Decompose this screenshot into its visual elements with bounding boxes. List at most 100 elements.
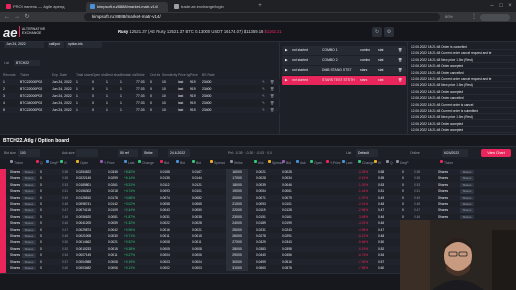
call-trade-button[interactable]: Shares bbox=[22, 208, 36, 213]
strategy-play-icon[interactable]: ▶ bbox=[285, 78, 288, 82]
strategy-row[interactable]: ▶ not started COMBO 2 combo stat 🗑 bbox=[282, 56, 406, 65]
left-column-header[interactable]: Change bbox=[142, 161, 154, 165]
call-trade-button[interactable]: Shares bbox=[22, 253, 36, 258]
minimize-icon[interactable]: – bbox=[488, 2, 496, 10]
left-column-header[interactable]: Last bbox=[128, 161, 134, 165]
delete-order-icon[interactable]: 🗑 bbox=[270, 79, 274, 85]
delete-order-icon[interactable]: 🗑 bbox=[270, 93, 274, 99]
edit-order-icon[interactable]: ✎ bbox=[262, 79, 265, 85]
delete-order-icon[interactable]: 🗑 bbox=[270, 107, 274, 113]
left-column-header[interactable]: Strike bbox=[234, 161, 243, 165]
strategy-play-icon[interactable]: ▶ bbox=[285, 48, 288, 52]
right-column-header[interactable]: Last bbox=[346, 161, 352, 165]
call-trade-button[interactable]: Shares bbox=[22, 246, 36, 252]
left-column-header[interactable]: Ticker bbox=[14, 161, 23, 165]
call-trade-button[interactable]: Shares bbox=[22, 170, 36, 175]
option-board-row[interactable]: Shares Shares 0 0.60 0.0003482 0.0006 +0.13% 0.… bbox=[0, 265, 400, 272]
call-trade-button[interactable]: Shares bbox=[22, 227, 36, 232]
orders-table-row[interactable]: 3 BTC22000P02 Jun 24, 2022 1 0 1 1 77.03 0 10 last… bbox=[0, 93, 280, 99]
expiry-select[interactable]: Jun 24, 2022 bbox=[4, 42, 44, 48]
call-trade-button[interactable]: Shares bbox=[22, 189, 36, 194]
put-trade-button[interactable]: Shares bbox=[460, 182, 474, 188]
label-select[interactable]: option-bls bbox=[66, 42, 102, 48]
put-trade-button[interactable]: Shares bbox=[460, 214, 474, 220]
strategy-row[interactable]: ▶ not started DMB STANG STST stars stat 🗑 bbox=[282, 66, 406, 75]
bid-size-input[interactable]: 100 bbox=[18, 149, 40, 157]
view-chart-button[interactable]: View Chart bbox=[481, 149, 511, 157]
left-column-header[interactable]: Y.Price bbox=[104, 161, 115, 165]
browser-tab-2[interactable]: kimpsoft.ru/8888/market-matr-v14/ bbox=[86, 2, 168, 12]
orders-table-row[interactable]: 2 BTC22000P02 Jun 24, 2022 1 0 1 1 77.03 0 10 last… bbox=[0, 86, 280, 92]
browser-tab-3[interactable]: trade.ae.exchange/login bbox=[170, 2, 252, 12]
extensions-icon[interactable]: ⋮ bbox=[470, 13, 478, 21]
call-trade-button[interactable]: Shares bbox=[22, 221, 36, 226]
call-trade-button[interactable]: Shares bbox=[22, 182, 36, 188]
type-select[interactable]: call/put bbox=[48, 42, 64, 48]
put-trade-button[interactable]: Shares bbox=[460, 176, 474, 181]
ask-size-input[interactable] bbox=[76, 149, 98, 157]
put-trade-button[interactable]: Shares bbox=[460, 170, 474, 175]
call-trade-button[interactable]: Shares bbox=[22, 266, 36, 271]
forward-icon[interactable]: → bbox=[13, 13, 21, 21]
right-column-header[interactable]: Change bbox=[362, 161, 374, 165]
zoom-level[interactable]: 80% bbox=[442, 13, 456, 21]
left-column-header[interactable]: IV bbox=[64, 161, 67, 165]
refresh-icon[interactable]: ↻ bbox=[372, 27, 382, 37]
call-trade-button[interactable]: Shares bbox=[22, 214, 36, 220]
close-window-icon[interactable]: × bbox=[506, 2, 514, 10]
call-trade-button[interactable]: Shares bbox=[22, 234, 36, 239]
right-column-header[interactable]: Y.Price bbox=[330, 161, 341, 165]
new-tab-icon[interactable]: + bbox=[256, 2, 264, 10]
right-column-header[interactable]: IV bbox=[378, 161, 381, 165]
call-trade-button[interactable]: Shares bbox=[22, 259, 36, 264]
edit-order-icon[interactable]: ✎ bbox=[262, 93, 265, 99]
date-input[interactable]: 24.6.2022 bbox=[168, 149, 190, 157]
list-select[interactable]: BTCH22 bbox=[14, 60, 40, 66]
strategy-row[interactable]: ▶ not started COMBO 1 combo stat 🗑 bbox=[282, 46, 406, 55]
left-column-header[interactable]: Bid bbox=[180, 161, 185, 165]
back-icon[interactable]: ← bbox=[3, 13, 11, 21]
call-trade-button[interactable]: Shares bbox=[22, 176, 36, 181]
delete-order-icon[interactable]: 🗑 bbox=[270, 100, 274, 106]
maximize-icon[interactable]: □ bbox=[497, 2, 505, 10]
reload-icon[interactable]: ↻ bbox=[23, 13, 31, 21]
filter-select-2[interactable]: Strike bbox=[142, 149, 158, 157]
left-column-header[interactable]: Q bbox=[40, 161, 43, 165]
left-column-header[interactable]: Spread bbox=[214, 161, 225, 165]
delete-order-icon[interactable]: 🗑 bbox=[270, 86, 274, 92]
filter-select-1[interactable]: 50 ref bbox=[118, 149, 138, 157]
right-column-header[interactable]: Bid bbox=[286, 161, 291, 165]
url-input[interactable]: kimpsoft.ru:8888/market-matr-v14/ bbox=[84, 13, 440, 21]
right-column-header[interactable]: DeqP bbox=[400, 161, 408, 165]
right-column-header[interactable]: Ask bbox=[300, 161, 306, 165]
right-column-header[interactable]: Ask bbox=[258, 161, 264, 165]
left-column-header[interactable]: Open bbox=[80, 161, 88, 165]
strategy-delete-icon[interactable]: 🗑 bbox=[398, 58, 402, 62]
online-toggle[interactable]: Online bbox=[410, 149, 420, 157]
left-column-header[interactable]: Bid bbox=[196, 161, 201, 165]
orders-table-row[interactable]: 5 BTC22000P02 Jun 24, 2022 1 0 1 1 77.03 0 10 last… bbox=[0, 107, 280, 113]
strategy-play-icon[interactable]: ▶ bbox=[285, 68, 288, 72]
orders-table-row[interactable]: 4 BTC34000P02 Jun 24, 2022 1 0 1 1 77.03 0 10 last… bbox=[0, 100, 280, 106]
edit-order-icon[interactable]: ✎ bbox=[262, 107, 265, 113]
call-trade-button[interactable]: Shares bbox=[22, 202, 36, 207]
browser-tab-1[interactable]: PROI панель — Agile аренд bbox=[2, 2, 84, 12]
put-trade-button[interactable]: Shares bbox=[460, 189, 474, 194]
strategy-row[interactable]: ▶ not started STARS TEST STSTH stars stat 🗑 bbox=[282, 76, 406, 85]
right-column-header[interactable]: Q bbox=[390, 161, 393, 165]
left-column-header[interactable]: DeqP bbox=[50, 161, 58, 165]
strategy-delete-icon[interactable]: 🗑 bbox=[398, 68, 402, 72]
edit-order-icon[interactable]: ✎ bbox=[262, 86, 265, 92]
settings-icon[interactable]: ⚙ bbox=[384, 27, 394, 37]
left-column-header[interactable]: Bid bbox=[164, 161, 169, 165]
call-trade-button[interactable]: Shares bbox=[22, 195, 36, 200]
call-trade-button[interactable]: Shares bbox=[22, 240, 36, 245]
edit-order-icon[interactable]: ✎ bbox=[262, 100, 265, 106]
strategy-play-icon[interactable]: ▶ bbox=[285, 58, 288, 62]
put-trade-button[interactable]: Shares bbox=[460, 202, 474, 207]
strategy-delete-icon[interactable]: 🗑 bbox=[398, 48, 402, 52]
profile-avatar[interactable] bbox=[480, 13, 510, 21]
put-trade-button[interactable]: Shares bbox=[460, 195, 474, 200]
expiry-date-input[interactable]: 6/24/2022 bbox=[442, 149, 468, 157]
strategy-delete-icon[interactable]: 🗑 bbox=[398, 78, 402, 82]
